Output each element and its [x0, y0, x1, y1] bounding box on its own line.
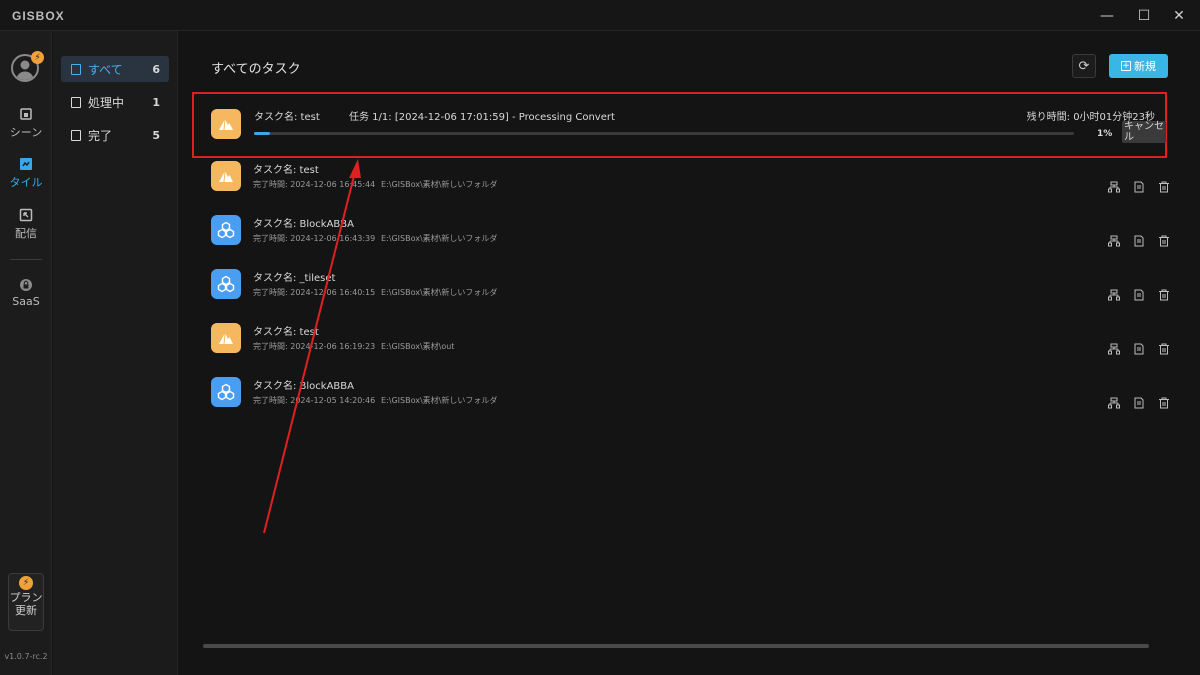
new-task-label: 新規	[1134, 60, 1156, 73]
app-logo: GISBOX	[12, 9, 65, 23]
publish-icon	[19, 208, 33, 222]
new-task-button[interactable]: + 新規	[1109, 54, 1168, 78]
version-label: v1.0.7-rc.2	[4, 652, 48, 661]
output-path: E:\GISBox\素材\新しいフォルダ	[381, 180, 498, 189]
filter-label: すべて	[88, 62, 123, 77]
filter-label: 処理中	[88, 95, 125, 110]
lock-icon	[20, 279, 32, 291]
cubes-icon	[211, 377, 241, 407]
output-path: E:\GISBox\素材\新しいフォルダ	[381, 288, 498, 297]
refresh-button[interactable]: ⟳	[1072, 54, 1096, 78]
progress-fill	[254, 132, 271, 135]
file-icon[interactable]	[1133, 289, 1145, 301]
completion-time: 完了時間: 2024-12-06 16:19:23	[253, 342, 376, 351]
file-icon[interactable]	[1133, 397, 1145, 409]
lightning-icon: ⚡	[19, 576, 33, 590]
structure-icon[interactable]	[1108, 289, 1120, 301]
home-icon	[20, 108, 32, 120]
progress-bar	[254, 132, 1074, 135]
page-title: すべてのタスク	[211, 62, 301, 77]
close-window-button[interactable]: ✕	[1160, 0, 1198, 31]
structure-icon[interactable]	[1108, 343, 1120, 355]
lightning-badge-icon: ⚡	[31, 51, 44, 64]
row-actions	[1108, 235, 1170, 249]
filter-count: 6	[152, 62, 160, 76]
task-name: タスク名: _tileset	[253, 273, 336, 284]
task-row: タスク名: BlockABBA 完了時間: 2024-12-05 14:20:46…	[211, 377, 1171, 421]
output-path: E:\GISBox\素材\新しいフォルダ	[381, 396, 498, 405]
sidebar-item-publish[interactable]: 配信	[0, 208, 52, 241]
filter-all[interactable]: すべて 6	[61, 56, 169, 82]
filter-panel: すべて 6 処理中 1 完了 5	[53, 31, 178, 675]
task-name: タスク名: test	[253, 327, 319, 338]
task-row: タスク名: _tileset 完了時間: 2024-12-06 16:40:15 E…	[211, 269, 1171, 313]
sidebar-item-label: シーン	[9, 126, 43, 139]
task-progress-detail: 任务 1/1: [2024-12-06 17:01:59] - Processi…	[349, 112, 615, 123]
trash-icon[interactable]	[1158, 397, 1170, 409]
filter-count: 1	[152, 95, 160, 109]
document-check-icon	[71, 129, 81, 141]
cancel-button[interactable]: キャンセル	[1122, 121, 1166, 143]
file-icon[interactable]	[1133, 343, 1145, 355]
sidebar-item-label: タイル	[9, 176, 43, 189]
sidebar-item-label: 配信	[15, 227, 37, 240]
output-path: E:\GISBox\素材\新しいフォルダ	[381, 234, 498, 243]
completion-time: 完了時間: 2024-12-06 16:43:39	[253, 234, 376, 243]
row-actions	[1108, 397, 1170, 411]
trash-icon[interactable]	[1158, 235, 1170, 247]
refresh-icon: ⟳	[1078, 58, 1090, 74]
file-icon[interactable]	[1133, 235, 1145, 247]
file-icon[interactable]	[1133, 181, 1145, 193]
task-name: タスク名: BlockABBA	[253, 381, 354, 392]
filter-completed[interactable]: 完了 5	[61, 122, 169, 148]
cubes-icon	[211, 215, 241, 245]
document-icon	[71, 96, 81, 108]
horizontal-scrollbar[interactable]	[203, 644, 1149, 648]
upgrade-plan-button[interactable]: ⚡ プラン更新	[8, 573, 44, 631]
filter-count: 5	[152, 128, 160, 142]
sidebar-item-label: SaaS	[12, 295, 40, 308]
structure-icon[interactable]	[1108, 181, 1120, 193]
completion-time: 完了時間: 2024-12-06 16:40:15	[253, 288, 376, 297]
trash-icon[interactable]	[1158, 289, 1170, 301]
row-actions	[1108, 289, 1170, 303]
mountain-icon	[211, 161, 241, 191]
task-name: タスク名: BlockABBA	[253, 219, 354, 230]
sidebar-item-saas[interactable]: SaaS	[0, 278, 52, 308]
task-name: タスク名: test	[254, 112, 320, 123]
cubes-icon	[211, 269, 241, 299]
task-row: タスク名: test 完了時間: 2024-12-06 16:19:23 E:\GI…	[211, 323, 1171, 367]
progress-percent: 1%	[1097, 129, 1113, 139]
minimize-button[interactable]: —	[1088, 0, 1126, 31]
mountain-icon	[211, 109, 241, 139]
structure-icon[interactable]	[1108, 235, 1120, 247]
sidebar-divider	[10, 259, 42, 260]
sidebar-item-scene[interactable]: シーン	[0, 107, 52, 140]
document-icon	[71, 63, 81, 75]
task-list-panel: すべてのタスク ⟳ + 新規 タスク名: test 任务 1/1: [2024-…	[179, 31, 1200, 675]
plus-icon: +	[1121, 61, 1131, 71]
output-path: E:\GISBox\素材\out	[381, 342, 455, 351]
title-bar: GISBOX — ☐ ✕	[0, 0, 1200, 31]
maximize-button[interactable]: ☐	[1125, 0, 1163, 31]
upgrade-label: プラン更新	[9, 591, 43, 617]
row-actions	[1108, 343, 1170, 357]
filter-processing[interactable]: 処理中 1	[61, 89, 169, 115]
row-actions	[1108, 181, 1170, 195]
completion-time: 完了時間: 2024-12-05 14:20:46	[253, 396, 376, 405]
filter-label: 完了	[88, 128, 113, 143]
task-row: タスク名: BlockABBA 完了時間: 2024-12-06 16:43:39…	[211, 215, 1171, 259]
tile-icon	[20, 158, 32, 170]
trash-icon[interactable]	[1158, 343, 1170, 355]
sidebar-item-tile[interactable]: タイル	[0, 157, 52, 190]
trash-icon[interactable]	[1158, 181, 1170, 193]
active-task-card: タスク名: test 任务 1/1: [2024-12-06 17:01:59]…	[192, 92, 1167, 158]
task-name: タスク名: test	[253, 165, 319, 176]
structure-icon[interactable]	[1108, 397, 1120, 409]
mountain-icon	[211, 323, 241, 353]
completion-time: 完了時間: 2024-12-06 16:45:44	[253, 180, 376, 189]
main-sidebar: ⚡ シーン タイル 配信 SaaS ⚡ プラン更新 v1.0.7-rc.2	[0, 31, 52, 675]
task-row: タスク名: test 完了時間: 2024-12-06 16:45:44 E:\GI…	[211, 161, 1171, 205]
